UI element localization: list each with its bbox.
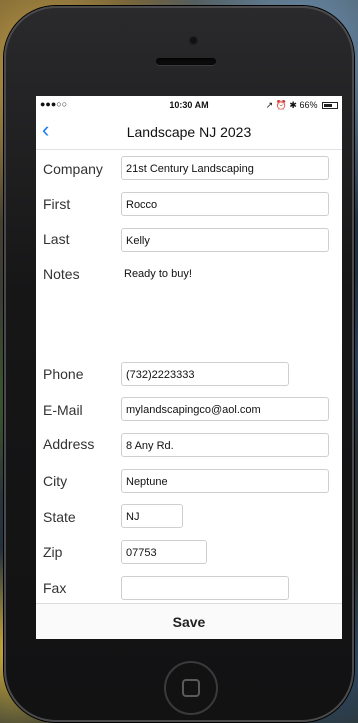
- home-button[interactable]: [164, 661, 218, 715]
- company-field[interactable]: 21st Century Landscaping: [121, 156, 329, 180]
- fax-field[interactable]: [121, 576, 289, 600]
- last-label: Last: [43, 231, 70, 247]
- state-field[interactable]: NJ: [121, 504, 183, 528]
- earpiece-speaker: [156, 58, 216, 65]
- battery-level: [324, 104, 332, 108]
- last-row: Last Kelly: [36, 224, 342, 260]
- email-label: E-Mail: [43, 402, 83, 418]
- front-camera: [189, 36, 198, 45]
- status-right-text: ↗ ⏰ ✱ 66%: [265, 100, 318, 110]
- first-row: First Rocco: [36, 188, 342, 224]
- address-label: Address: [43, 436, 95, 452]
- save-button[interactable]: Save: [36, 604, 342, 639]
- city-row: City Neptune: [36, 468, 342, 504]
- city-label: City: [43, 473, 68, 489]
- company-label: Company: [43, 161, 103, 177]
- status-indicators: ↗ ⏰ ✱ 66%: [266, 100, 338, 111]
- first-name-field[interactable]: Rocco: [121, 192, 329, 216]
- address-row: Address 8 Any Rd.: [36, 432, 342, 468]
- email-row: E-Mail mylandscapingco@aol.com: [36, 396, 342, 432]
- zip-row: Zip 07753: [36, 540, 342, 576]
- zip-label: Zip: [43, 544, 63, 560]
- home-square-icon: [182, 679, 200, 697]
- phone-label: Phone: [43, 366, 84, 382]
- state-row: State NJ: [36, 504, 342, 540]
- phone-row: Phone (732)2223333: [36, 360, 342, 396]
- first-label: First: [43, 196, 71, 212]
- company-row: Company 21st Century Landscaping: [36, 152, 342, 188]
- save-bar: Save: [36, 603, 342, 639]
- navigation-bar: ‹ Landscape NJ 2023: [36, 114, 342, 150]
- state-label: State: [43, 509, 76, 525]
- phone-field[interactable]: (732)2223333: [121, 362, 289, 386]
- page-title: Landscape NJ 2023: [126, 124, 252, 140]
- app-screen: ●●●○○ 10:30 AM ↗ ⏰ ✱ 66% ‹ Landscape NJ …: [36, 96, 342, 639]
- last-name-field[interactable]: Kelly: [121, 228, 329, 252]
- status-bar: ●●●○○ 10:30 AM ↗ ⏰ ✱ 66%: [36, 96, 342, 114]
- zip-field[interactable]: 07753: [121, 540, 207, 564]
- fax-label: Fax: [43, 580, 67, 596]
- notes-label: Notes: [43, 266, 80, 282]
- battery-icon: [322, 102, 338, 110]
- email-field[interactable]: mylandscapingco@aol.com: [121, 397, 329, 421]
- address-field[interactable]: 8 Any Rd.: [121, 433, 329, 457]
- notes-field[interactable]: Ready to buy!: [124, 268, 192, 280]
- city-field[interactable]: Neptune: [121, 469, 329, 493]
